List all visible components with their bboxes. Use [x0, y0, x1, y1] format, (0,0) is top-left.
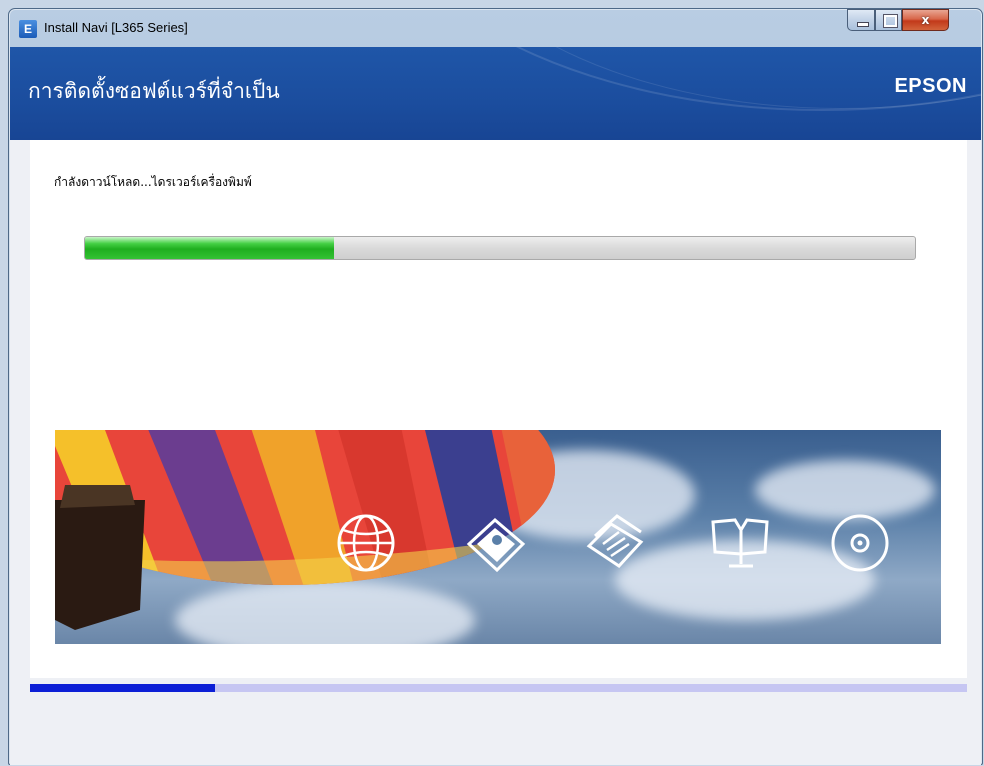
status-message: กำลังดาวน์โหลด...ไดรเวอร์เครื่องพิมพ์	[54, 175, 252, 189]
cd-icon	[831, 514, 889, 572]
installer-window: E Install Navi [L365 Series] x การติดตั้…	[8, 8, 983, 765]
globe-icon	[337, 514, 395, 572]
window-title: Install Navi [L365 Series]	[44, 20, 188, 35]
title-bar[interactable]: E Install Navi [L365 Series] x	[9, 9, 982, 47]
download-progress-bar	[84, 236, 916, 260]
step-progress-fill	[30, 684, 215, 692]
header-banner: การติดตั้งซอฟต์แวร์ที่จำเป็น EPSON	[10, 47, 981, 140]
minimize-icon	[857, 22, 869, 27]
page-title: การติดตั้งซอฟต์แวร์ที่จำเป็น	[28, 79, 280, 103]
epson-logo: EPSON	[894, 75, 967, 97]
download-progress-fill	[85, 237, 334, 259]
close-icon: x	[921, 13, 930, 27]
photo-icon	[466, 517, 526, 573]
step-progress-track	[30, 684, 967, 692]
maximize-button[interactable]	[875, 9, 902, 31]
app-icon: E	[19, 20, 37, 38]
manual-icon	[711, 518, 769, 568]
client-area: การติดตั้งซอฟต์แวร์ที่จำเป็น EPSON กำลัง…	[10, 47, 981, 765]
content-panel: กำลังดาวน์โหลด...ไดรเวอร์เครื่องพิมพ์	[30, 140, 967, 678]
maximize-icon	[883, 14, 898, 28]
documents-icon	[586, 514, 644, 568]
minimize-button[interactable]	[847, 9, 875, 31]
product-banner-image	[55, 430, 941, 644]
close-button[interactable]: x	[902, 9, 949, 31]
